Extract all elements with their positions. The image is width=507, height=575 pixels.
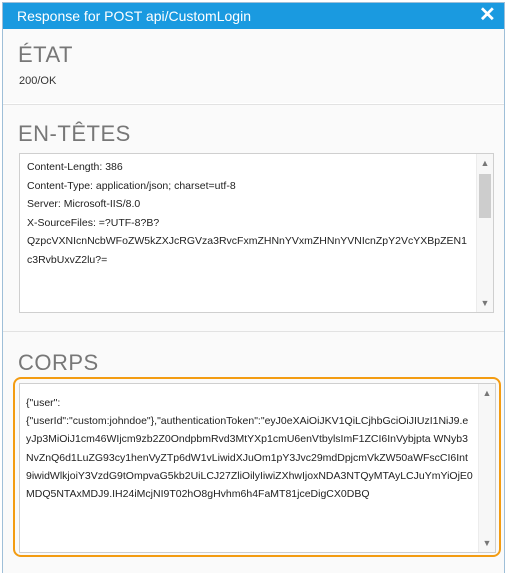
status-value: 200/OK (19, 75, 57, 87)
header-line: QzpcVXNIcnNcbWFoZW5kZXJcRGVza3RvcFxmZHNn… (27, 235, 467, 248)
scroll-up-icon[interactable]: ▲ (479, 385, 495, 401)
scroll-up-icon[interactable]: ▲ (477, 155, 493, 171)
headers-section: EN-TÊTES Content-Length: 386 Content-Typ… (3, 104, 504, 331)
title-bar: Response for POST api/CustomLogin ✕ (3, 3, 504, 29)
body-section: CORPS {"user": {"userId":"custom:johndoe… (3, 331, 504, 573)
header-line: Content-Length: 386 (27, 161, 123, 173)
scroll-down-icon[interactable]: ▼ (479, 535, 495, 551)
header-line: Server: Microsoft-IIS/8.0 (27, 198, 141, 211)
headers-textarea[interactable]: Content-Length: 386 Content-Type: applic… (19, 153, 494, 313)
close-icon[interactable]: ✕ (479, 5, 496, 25)
body-scrollbar[interactable]: ▲ ▼ (478, 384, 495, 552)
header-line: X-SourceFiles: =?UTF-8?B? (27, 216, 160, 229)
body-textarea[interactable]: {"user": {"userId":"custom:johndoe"},"au… (19, 383, 496, 553)
response-dialog: Response for POST api/CustomLogin ✕ ÉTAT… (2, 2, 505, 573)
headers-content: Content-Length: 386 Content-Type: applic… (27, 158, 471, 270)
headers-scrollbar[interactable]: ▲ ▼ (476, 154, 493, 312)
headers-heading: EN-TÊTES (18, 121, 131, 146)
body-heading: CORPS (18, 350, 99, 375)
scroll-thumb[interactable] (479, 174, 491, 218)
header-line: c3RvbUxvZ2lu?= (27, 253, 108, 266)
status-heading: ÉTAT (18, 42, 73, 67)
scroll-down-icon[interactable]: ▼ (477, 295, 493, 311)
dialog-title: Response for POST api/CustomLogin (17, 8, 251, 24)
header-line: Content-Type: application/json; charset=… (27, 179, 236, 192)
body-content: {"user": {"userId":"custom:johndoe"},"au… (26, 397, 473, 501)
status-section: ÉTAT 200/OK (3, 29, 504, 103)
